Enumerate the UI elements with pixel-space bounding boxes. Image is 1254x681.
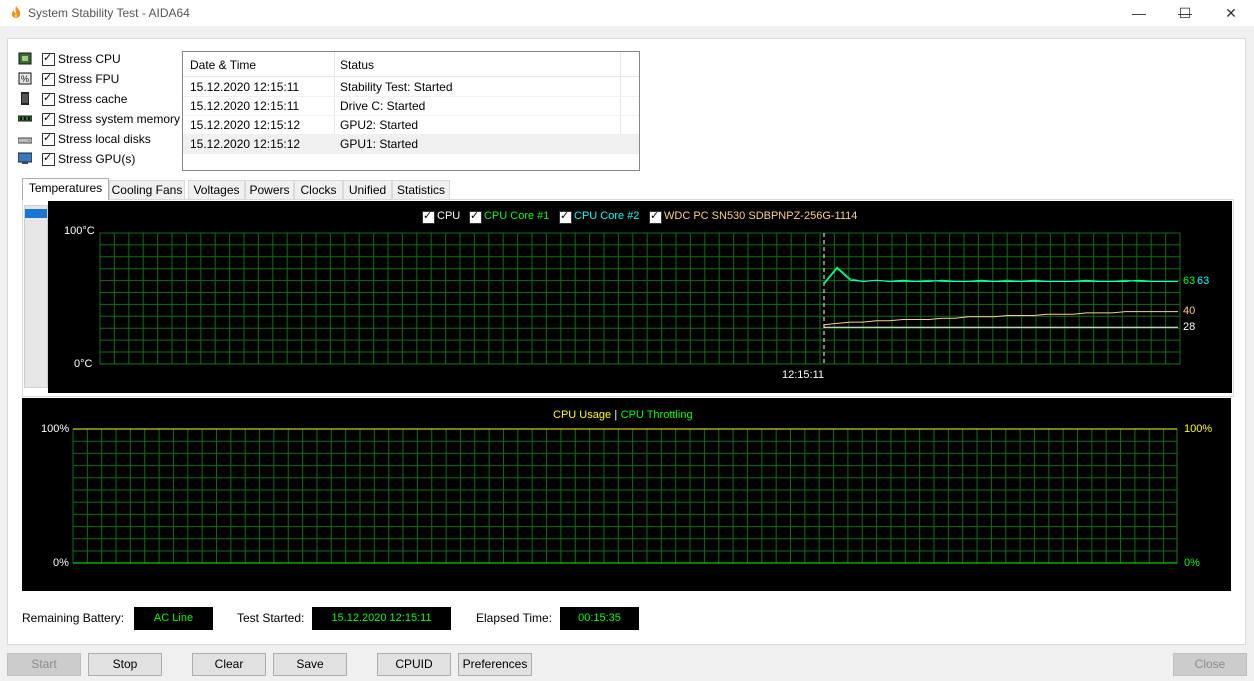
tab-clocks[interactable]: Clocks [294,180,343,199]
log-status: GPU1: Started [340,137,419,151]
battery-label: Remaining Battery: [22,611,125,625]
legend-core2-label: CPU Core #2 [574,210,640,222]
legend-cpu-label: CPU [437,210,461,222]
legend-cpu-throttling: CPU Throttling [620,409,693,421]
stress-gpu-checkbox[interactable] [42,151,55,166]
close-button[interactable]: Close [1173,653,1247,676]
scrollbar-thumb[interactable] [25,209,47,218]
log-status: Drive C: Started [340,99,426,113]
legend-separator: | [614,409,618,421]
test-started-value: 15.12.2020 12:15:11 [312,607,451,630]
log-datetime: 15.12.2020 12:15:12 [190,137,301,151]
usage-left-min: 0% [53,557,69,569]
cpu-value-label: 28 [1183,321,1196,333]
elapsed-time-value: 00:15:35 [560,607,639,630]
battery-value: AC Line [134,607,213,630]
legend-core1-checkbox[interactable] [469,209,482,224]
legend-cpu-checkbox[interactable] [422,209,435,224]
stress-cpu-checkbox[interactable] [42,51,55,66]
log-status: Stability Test: Started [340,80,453,94]
tab-cooling-fans[interactable]: Cooling Fans [109,180,185,199]
stress-cache-checkbox[interactable] [42,91,55,106]
temp-ymin-label: 0°C [74,358,93,370]
cache-icon [21,92,29,105]
svg-text:%: % [21,74,29,84]
log-header: Date & Time Status [183,52,639,77]
aida64-flame-icon [11,6,21,18]
usage-right-max: 100% [1184,423,1213,435]
tab-temperatures[interactable]: Temperatures [22,178,109,200]
legend-disk-checkbox[interactable] [649,209,662,224]
memory-icon [18,115,32,122]
usage-left-max: 100% [41,423,70,435]
temperature-graph-canvas [99,232,1181,365]
disk-icon [18,137,32,144]
usage-right-min: 0% [1184,557,1200,569]
elapsed-time-label: Elapsed Time: [476,611,553,625]
stress-cache-label: Stress cache [58,92,128,106]
usage-legend: CPU Usage | CPU Throttling [553,407,693,421]
log-header-status[interactable]: Status [340,58,374,72]
title-bar: System Stability Test - AIDA64 — — ☐ ✕ [0,0,1254,26]
clear-button[interactable]: Clear [192,653,266,676]
minimize-glyph[interactable]: — [1116,0,1162,26]
log-datetime: 15.12.2020 12:15:12 [190,118,301,132]
cpuid-button[interactable]: CPUID [377,653,451,676]
disk-value-label: 40 [1183,305,1196,317]
stress-disks-checkbox[interactable] [42,131,55,146]
tab-voltages[interactable]: Voltages [188,180,245,199]
save-button[interactable]: Save [273,653,347,676]
log-datetime: 15.12.2020 12:15:11 [190,99,300,113]
stress-disks-label: Stress local disks [58,132,151,146]
close-window-button[interactable]: ✕ [1208,0,1254,26]
stress-fpu-checkbox[interactable] [42,71,55,86]
stress-gpu-label: Stress GPU(s) [58,152,136,166]
test-started-label: Test Started: [237,611,305,625]
log-header-datetime[interactable]: Date & Time [190,58,256,72]
fpu-icon: % [18,72,32,85]
legend-cpu-usage: CPU Usage [553,409,612,421]
start-button[interactable]: Start [7,653,81,676]
tab-statistics[interactable]: Statistics [392,180,450,199]
stop-button[interactable]: Stop [88,653,162,676]
tab-unified[interactable]: Unified [343,180,392,199]
window-title: System Stability Test - AIDA64 [28,6,190,20]
log-row[interactable]: 15.12.2020 12:15:11 Drive C: Started [183,96,639,116]
gpu-icon [18,152,32,164]
stress-cpu-label: Stress CPU [58,52,121,66]
plot-frame [99,232,1181,365]
status-log-list[interactable]: Date & Time Status 15.12.2020 12:15:11 S… [182,51,640,171]
tab-powers[interactable]: Powers [245,180,294,199]
sensor-scrollbar[interactable] [24,205,48,388]
core1-value-label: 63 [1183,275,1196,287]
log-row-selected[interactable]: 15.12.2020 12:15:12 GPU1: Started [183,134,639,154]
stress-memory-checkbox[interactable] [42,111,55,126]
legend-core2-checkbox[interactable] [559,209,572,224]
temp-ymax-label: 100°C [64,225,95,237]
legend-core1-label: CPU Core #1 [484,210,550,222]
temp-x-marker-label: 12:15:11 [782,369,825,381]
stress-fpu-label: Stress FPU [58,72,120,86]
log-row[interactable]: 15.12.2020 12:15:11 Stability Test: Star… [183,77,639,97]
preferences-button[interactable]: Preferences [458,653,532,676]
cpu-usage-graph-canvas [72,428,1178,564]
log-row[interactable]: 15.12.2020 12:15:12 GPU2: Started [183,115,639,135]
plot-frame [72,428,1178,564]
stress-memory-label: Stress system memory [58,112,181,126]
legend-disk-label: WDC PC SN530 SDBPNPZ-256G-1114 [664,210,858,222]
log-status: GPU2: Started [340,118,419,132]
temperature-graph: CPU CPU Core #1 CPU Core #2 WDC PC SN530… [48,201,1232,393]
maximize-button[interactable]: ☐ [1162,0,1208,26]
log-datetime: 15.12.2020 12:15:11 [190,80,300,94]
core2-value-label: 63 [1197,275,1210,287]
cpu-icon [18,52,32,65]
cpu-usage-graph: CPU Usage | CPU Throttling 100% 0% 100% … [22,398,1231,591]
